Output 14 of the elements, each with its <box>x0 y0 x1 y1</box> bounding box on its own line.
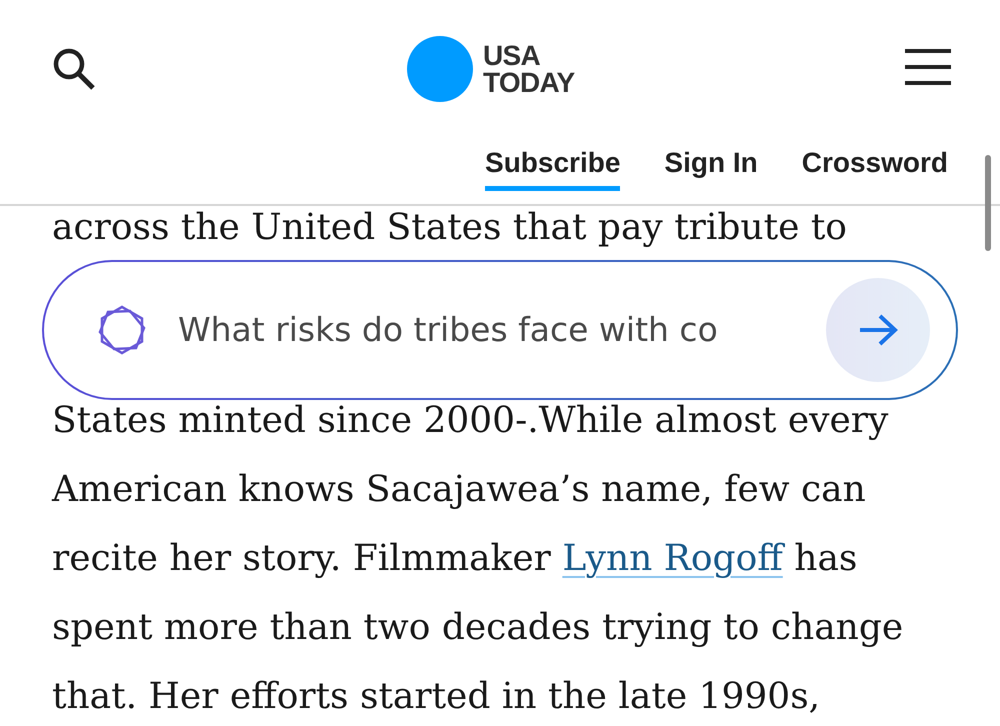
arrow-right-icon <box>858 314 898 346</box>
scrollbar-thumb[interactable] <box>985 155 991 251</box>
ask-bar[interactable]: What risks do tribes face with co <box>44 262 956 398</box>
menu-icon[interactable] <box>905 48 951 86</box>
logo-text: TODAY <box>483 69 574 96</box>
hexagon-icon <box>96 304 148 356</box>
nav-link[interactable]: Subscribe <box>485 142 620 191</box>
logo-text: USA <box>483 42 542 69</box>
ask-input[interactable]: What risks do tribes face with co <box>178 305 818 355</box>
search-icon[interactable] <box>52 47 96 91</box>
article-text: across the United States that pay tribute to <box>52 208 847 248</box>
article-link[interactable]: Lynn Rogoff <box>562 538 783 579</box>
nav-link[interactable]: Crossword <box>802 142 948 191</box>
nav-link[interactable]: Sign In <box>664 142 758 191</box>
